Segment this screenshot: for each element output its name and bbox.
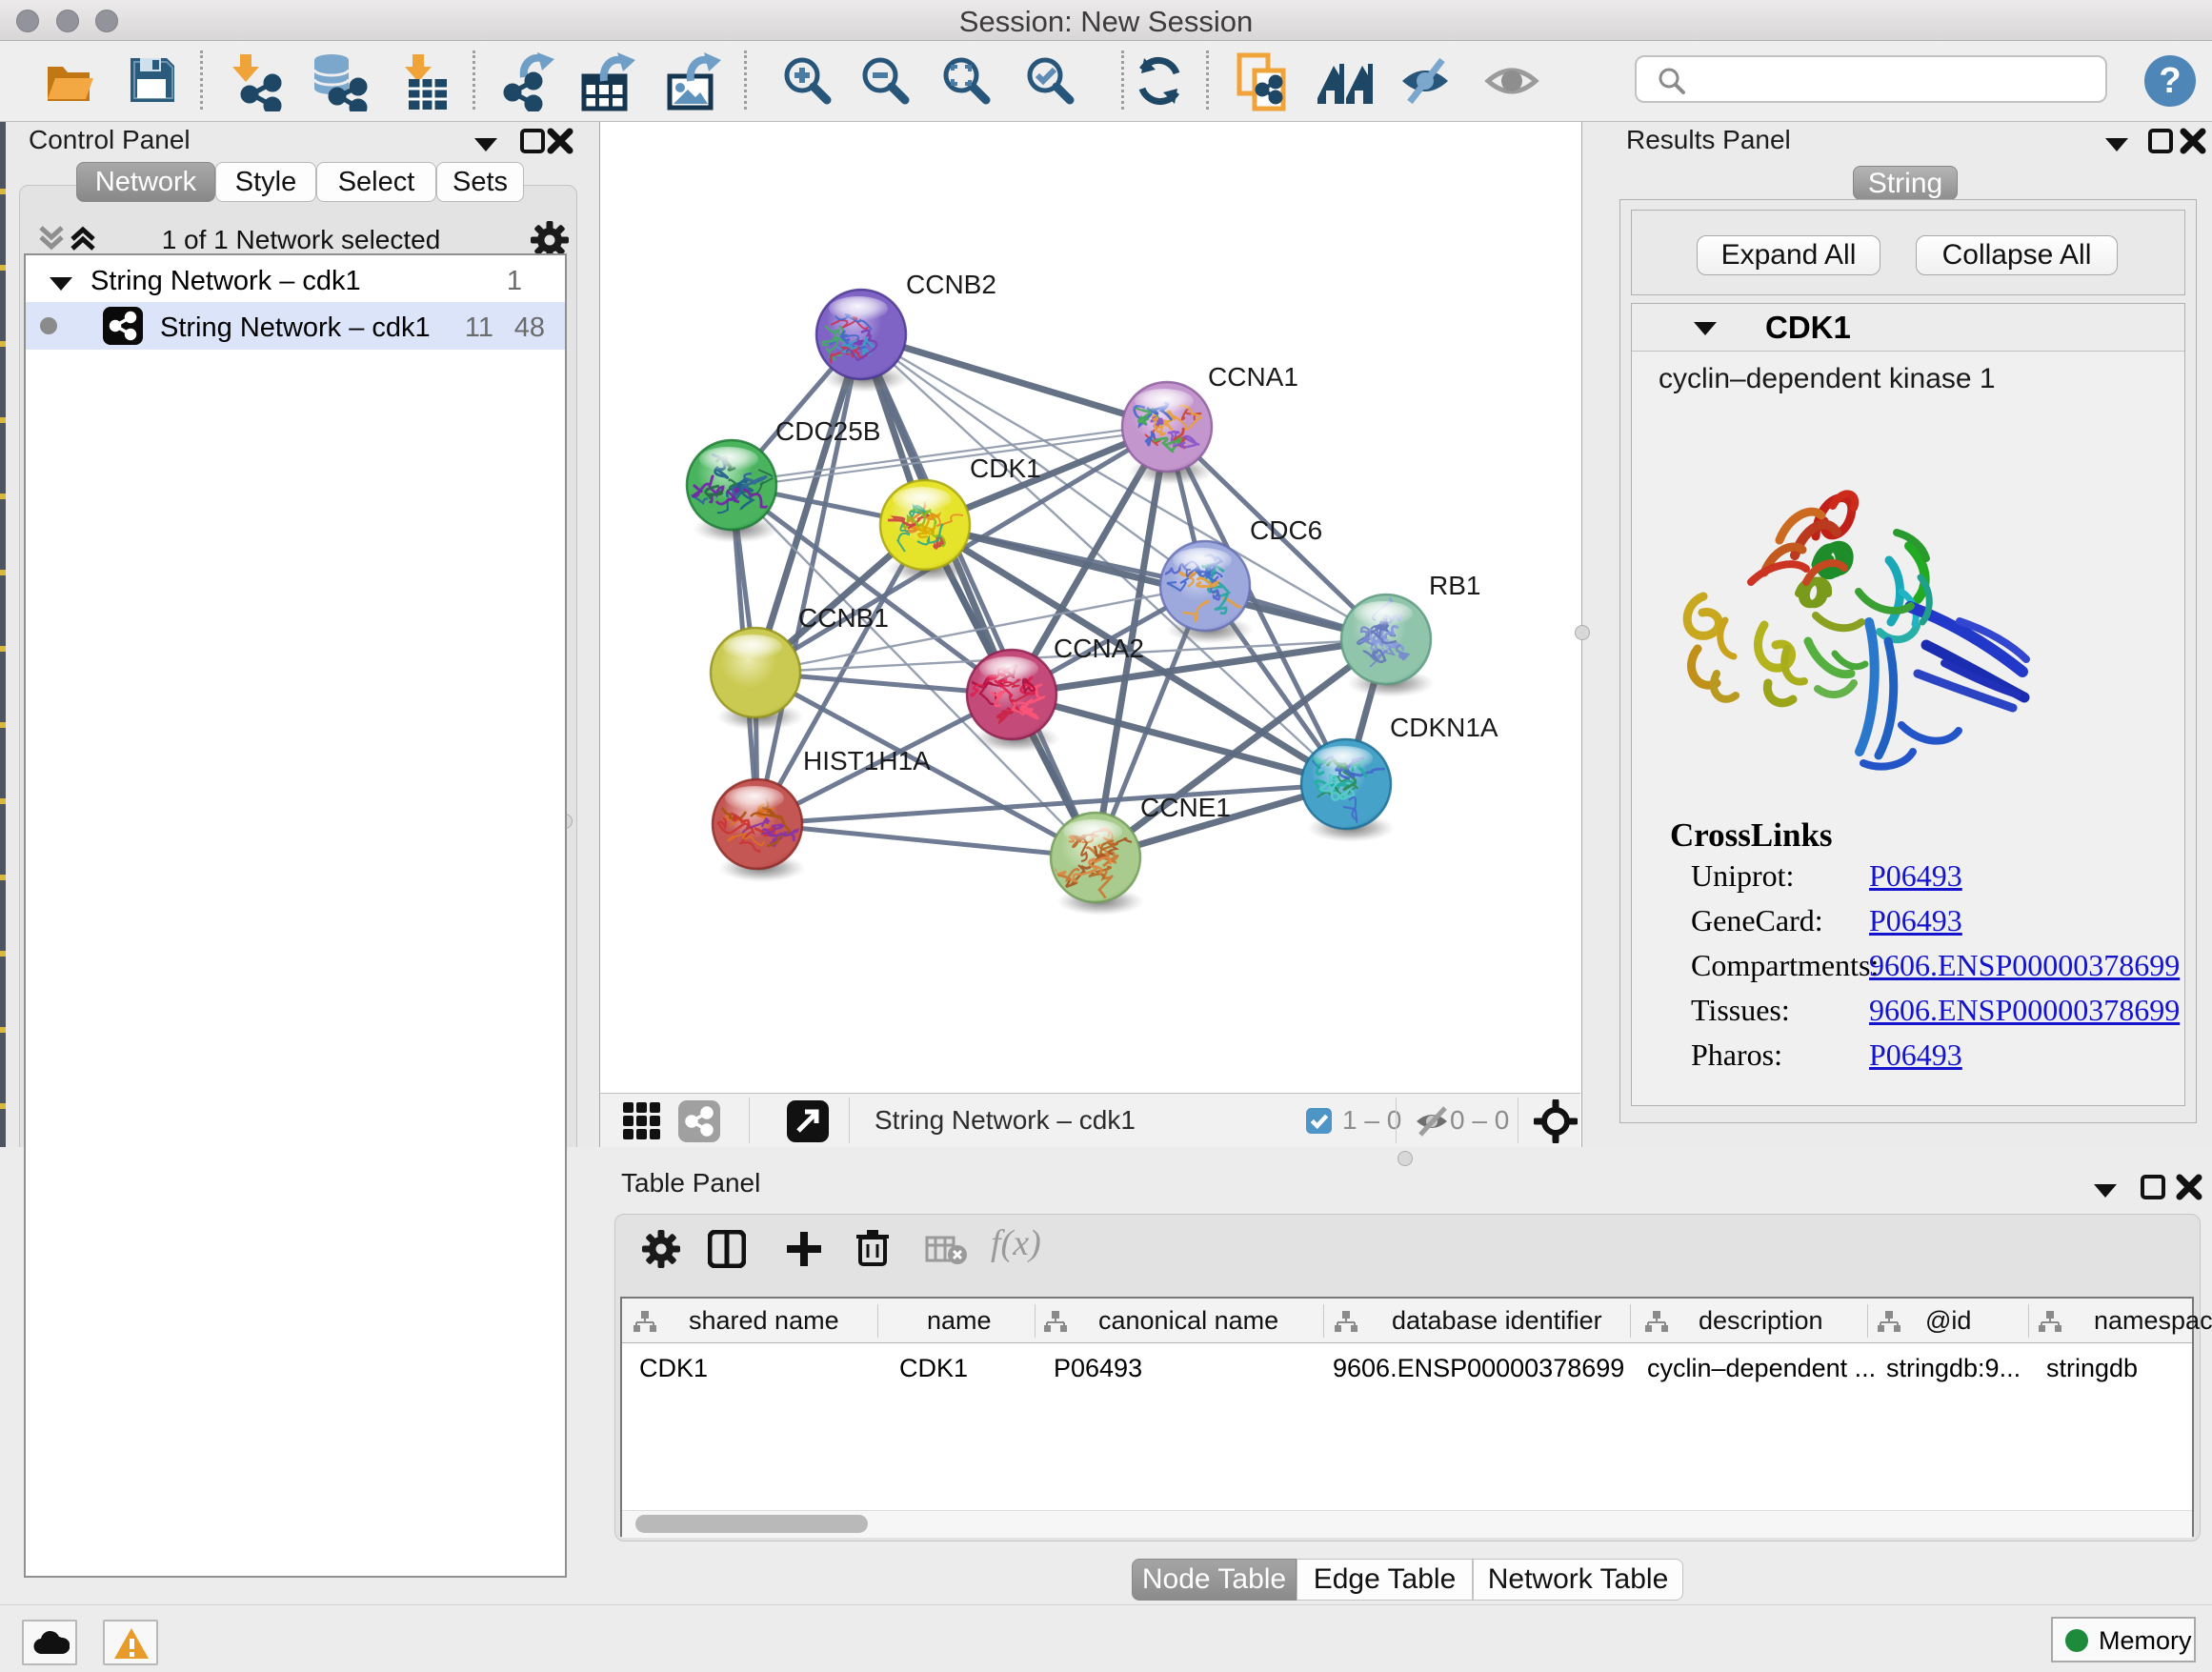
svg-text:CDC25B: CDC25B xyxy=(775,416,880,446)
svg-text:RB1: RB1 xyxy=(1429,571,1480,600)
svg-text:?: ? xyxy=(2159,61,2181,101)
svg-text:CDKN1A: CDKN1A xyxy=(1390,713,1498,742)
svg-text:CDK1: CDK1 xyxy=(970,453,1041,483)
svg-text:CCNE1: CCNE1 xyxy=(1140,793,1231,822)
svg-text:CCNA1: CCNA1 xyxy=(1208,362,1298,392)
svg-text:CCNB2: CCNB2 xyxy=(906,270,996,299)
svg-text:CCNA2: CCNA2 xyxy=(1054,634,1144,663)
svg-text:CCNB1: CCNB1 xyxy=(798,603,889,633)
svg-text:HIST1H1A: HIST1H1A xyxy=(803,746,931,776)
svg-text:CDC6: CDC6 xyxy=(1250,515,1322,545)
